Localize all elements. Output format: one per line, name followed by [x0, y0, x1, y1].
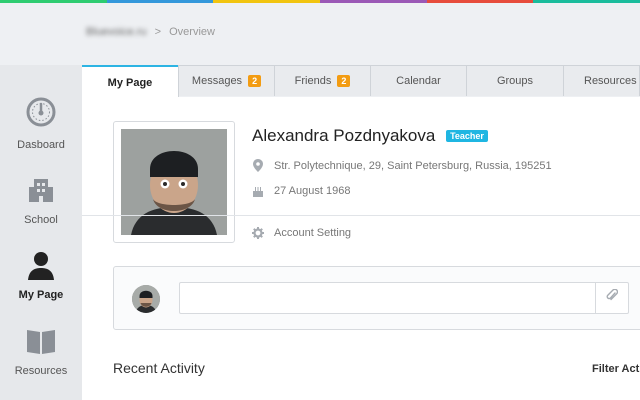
tab-label: Groups [496, 75, 534, 87]
breadcrumb-separator: > [154, 26, 162, 38]
tab-resources[interactable]: Resources [563, 65, 640, 96]
account-setting-link[interactable]: Account Setting [252, 227, 351, 239]
profile-birthday: 27 August 1968 [274, 185, 351, 197]
birthday-row: 27 August 1968 [252, 185, 350, 197]
user-icon [0, 250, 82, 284]
address-row: Str. Polytechnique, 29, Saint Petersburg… [252, 159, 552, 172]
tab-label: My Page [107, 76, 153, 89]
tab-bar: My Page Messages 2 Friends 2 Calendar Gr… [82, 65, 640, 98]
post-input[interactable] [179, 282, 629, 314]
tab-label: Resources [584, 75, 637, 87]
stripe-segment [426, 0, 534, 3]
tab-groups[interactable]: Groups [466, 65, 564, 96]
account-setting-label: Account Setting [274, 227, 352, 239]
main-panel: Alexandra Pozdnyakova Teacher Str. Polyt… [82, 97, 640, 400]
breadcrumb: Bluevoice.ru > Overview [86, 26, 215, 38]
tab-friends[interactable]: Friends 2 [274, 65, 371, 96]
sidebar-item-dashboard[interactable]: Dasboard [0, 96, 82, 151]
breadcrumb-root[interactable]: Bluevoice.ru [86, 26, 147, 38]
top-color-stripe [0, 0, 640, 3]
stripe-segment [320, 0, 427, 3]
location-pin-icon [252, 159, 264, 172]
filter-activity-button[interactable]: Filter Acti [592, 363, 640, 375]
profile-photo-frame [113, 121, 235, 243]
tab-my-page[interactable]: My Page [82, 65, 179, 98]
profile-name: Alexandra Pozdnyakova [252, 126, 436, 145]
role-badge: Teacher [446, 130, 488, 142]
friends-count-badge: 2 [337, 75, 351, 87]
school-icon [0, 175, 82, 209]
sidebar-item-label: Resources [14, 365, 68, 377]
tab-messages[interactable]: Messages 2 [178, 65, 275, 96]
sidebar-item-resources[interactable]: Resources [0, 326, 82, 377]
stripe-segment [106, 0, 214, 3]
stripe-segment [0, 0, 107, 3]
profile-address: Str. Polytechnique, 29, Saint Petersburg… [274, 159, 552, 172]
tab-label: Calendar [396, 75, 441, 87]
sidebar-item-label: Dasboard [17, 139, 65, 151]
avatar [132, 285, 160, 313]
dashboard-icon [0, 96, 82, 130]
messages-count-badge: 2 [248, 75, 262, 87]
tab-label: Messages [191, 75, 243, 87]
stripe-segment [213, 0, 321, 3]
attach-button[interactable] [595, 283, 628, 313]
profile-photo[interactable] [121, 129, 227, 235]
sidebar-item-label: My Page [18, 289, 64, 301]
sidebar: Dasboard School My Page Resources [0, 65, 82, 400]
birthday-cake-icon [252, 185, 264, 197]
gear-icon [252, 227, 264, 239]
profile-name-row: Alexandra Pozdnyakova Teacher [252, 126, 488, 146]
sidebar-item-label: School [24, 214, 58, 226]
post-composer [113, 266, 640, 330]
recent-activity-heading: Recent Activity [113, 360, 205, 376]
book-icon [0, 326, 82, 360]
paperclip-icon [606, 288, 619, 308]
stripe-segment [533, 0, 640, 3]
profile-divider [82, 215, 640, 216]
sidebar-item-school[interactable]: School [0, 175, 82, 226]
sidebar-item-my-page[interactable]: My Page [0, 250, 82, 301]
tab-calendar[interactable]: Calendar [370, 65, 467, 96]
tab-label: Friends [294, 75, 332, 87]
breadcrumb-current: Overview [169, 26, 215, 38]
